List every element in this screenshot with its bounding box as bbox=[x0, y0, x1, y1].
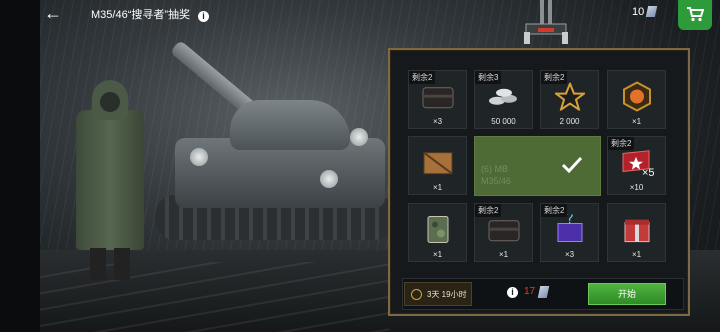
reward-quantity: ×10 bbox=[629, 183, 644, 192]
reward-quantity: ×3 bbox=[432, 117, 443, 126]
reward-cell[interactable]: 剩余3 50 000 bbox=[474, 70, 533, 129]
grand-prize-name: M35/46 bbox=[481, 176, 512, 186]
spin-cost: 17 bbox=[524, 286, 536, 297]
svg-text:?: ? bbox=[566, 215, 573, 228]
reward-quantity: ×1 bbox=[631, 117, 642, 126]
reward-quantity: 2 000 bbox=[559, 117, 580, 126]
gold-amount: 10 bbox=[632, 6, 645, 18]
wooden-crate-icon bbox=[422, 152, 453, 175]
remaining-tag: 剩余3 bbox=[475, 71, 502, 84]
reward-cell[interactable]: 剩余2 ×3 bbox=[408, 70, 467, 129]
cost-info-icon[interactable]: i bbox=[507, 287, 518, 298]
red-gift-box-icon bbox=[624, 219, 649, 243]
camo-card-icon bbox=[427, 216, 448, 244]
reward-quantity: ×1 bbox=[432, 250, 443, 259]
remaining-tag: 剩余2 bbox=[608, 137, 635, 150]
left-edge bbox=[0, 0, 40, 332]
reward-quantity: ×1 bbox=[498, 250, 509, 259]
reward-bonus: ×5 bbox=[642, 167, 655, 179]
tank-image bbox=[135, 20, 395, 250]
mystery-box-icon: ? bbox=[557, 215, 582, 243]
reward-cell[interactable]: ×1 bbox=[607, 203, 666, 262]
remaining-tag: 剩余2 bbox=[475, 204, 502, 217]
reward-quantity: ×3 bbox=[564, 250, 575, 259]
title-text: M35/46“搜寻者”抽奖 bbox=[91, 9, 191, 21]
back-arrow-icon[interactable]: ← bbox=[44, 3, 62, 24]
checkmark-icon bbox=[561, 156, 583, 174]
dark-container-icon bbox=[422, 87, 453, 109]
reward-cell[interactable]: 剩余2 2 000 bbox=[540, 70, 599, 129]
shop-button[interactable] bbox=[678, 0, 712, 30]
silver-coins-icon bbox=[488, 89, 517, 106]
grand-prize-tier: (6) MB bbox=[481, 164, 508, 174]
reward-cell[interactable]: ×1 bbox=[607, 70, 666, 129]
reward-cell[interactable]: 剩余2 ×1 bbox=[474, 203, 533, 262]
grand-prize-cell[interactable]: (6) MB M35/46 bbox=[474, 136, 601, 196]
reward-cell[interactable]: ×1 bbox=[408, 136, 467, 195]
gold-balance: 10 bbox=[632, 6, 658, 18]
start-button[interactable]: 开始 bbox=[588, 283, 666, 305]
grand-prize-ghost-text: (6) MB M35/46 bbox=[481, 163, 511, 187]
countdown-timer: 3天 19小时 bbox=[404, 282, 472, 306]
clock-icon bbox=[411, 289, 422, 300]
reward-cell[interactable]: ×1 bbox=[408, 203, 467, 262]
top-bar: ← M35/46“搜寻者”抽奖 i 10 bbox=[0, 0, 720, 30]
reward-cell[interactable]: 剩余2 ? ×3 bbox=[540, 203, 599, 262]
reward-quantity: ×1 bbox=[432, 183, 443, 192]
reward-cell[interactable]: 剩余2 ×5 ×10 bbox=[607, 136, 666, 195]
info-icon[interactable]: i bbox=[198, 11, 210, 22]
remaining-tag: 剩余2 bbox=[409, 71, 436, 84]
orange-consumable-icon bbox=[622, 81, 651, 112]
page-title: M35/46“搜寻者”抽奖 i bbox=[91, 6, 210, 22]
gold-star-icon bbox=[554, 82, 585, 111]
timer-text: 3天 19小时 bbox=[427, 290, 467, 299]
reward-quantity: ×1 bbox=[631, 250, 642, 259]
gold-bar-icon bbox=[646, 6, 658, 17]
reward-quantity: 50 000 bbox=[491, 117, 516, 126]
shopping-cart-icon bbox=[687, 7, 704, 22]
dark-container-icon bbox=[488, 220, 519, 242]
